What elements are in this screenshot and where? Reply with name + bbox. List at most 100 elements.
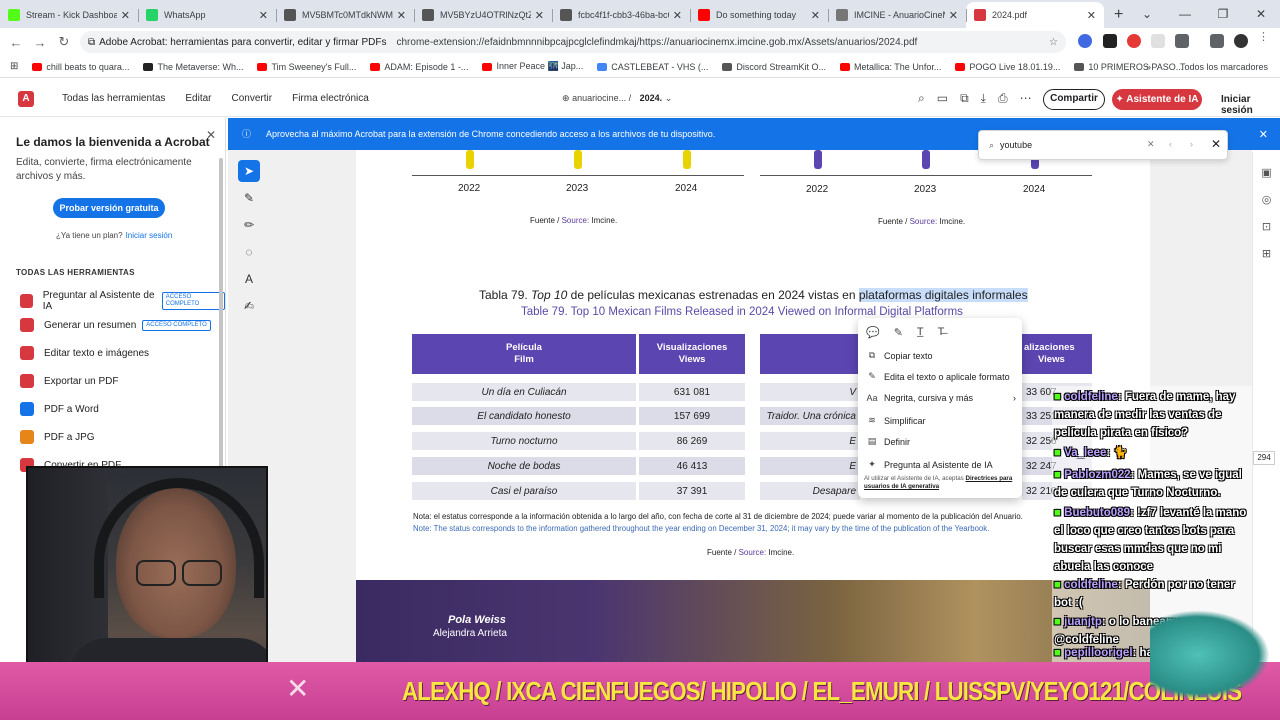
tab-close-icon[interactable]: ✕: [259, 9, 268, 22]
more-icon[interactable]: ⋯: [1020, 91, 1032, 106]
extension-blank-icon[interactable]: [1151, 34, 1165, 48]
pencil-icon[interactable]: ✏: [238, 214, 260, 236]
ai-assistant-button[interactable]: ✦ Asistente de IA: [1112, 89, 1202, 110]
bookmark-item[interactable]: Discord StreamKit O...: [722, 61, 826, 72]
browser-tab[interactable]: Stream - Kick Dashboard ✕: [0, 2, 138, 28]
extension-puzzle-icon[interactable]: [1103, 34, 1117, 48]
reload-icon[interactable]: ↻: [52, 34, 76, 50]
bookmark-item[interactable]: chill beats to quara...: [32, 61, 129, 72]
tab-close-icon[interactable]: ✕: [121, 9, 130, 22]
extension-globe-icon[interactable]: [1078, 34, 1092, 48]
tab-close-icon[interactable]: ✕: [535, 9, 544, 22]
browser-tab[interactable]: fcbc4f1f-cbb3-46ba-bc6... ✕: [552, 2, 690, 28]
tab-search-icon[interactable]: ⌄: [1128, 0, 1166, 28]
find-prev-icon[interactable]: ‹: [1169, 139, 1172, 149]
new-tab-button[interactable]: +: [1114, 6, 1123, 24]
acrobat-logo-icon[interactable]: A: [18, 90, 34, 107]
chrome-menu-icon[interactable]: ⋮: [1258, 30, 1272, 44]
minimize-button[interactable]: —: [1166, 0, 1204, 28]
tool-item[interactable]: Preguntar al Asistente de IA ACCESO COMPL…: [20, 290, 225, 312]
close-window-button[interactable]: ✕: [1242, 0, 1280, 28]
menu-edit-text[interactable]: ✎ Edita el texto o aplicale formato: [866, 371, 1009, 382]
bookmark-item[interactable]: Tim Sweeney's Full...: [257, 61, 356, 72]
highlighted-text[interactable]: plataformas digitales informales: [858, 288, 1028, 302]
profile-avatar[interactable]: [1234, 34, 1248, 48]
find-input[interactable]: youtube: [1000, 140, 1032, 150]
strikethrough-icon[interactable]: T̶: [938, 326, 945, 339]
target-icon[interactable]: ◎: [1253, 193, 1280, 206]
browser-tab[interactable]: Do something today ✕: [690, 2, 828, 28]
browser-tab[interactable]: WhatsApp ✕: [138, 2, 276, 28]
menu-define[interactable]: ▤ Definir: [866, 436, 910, 447]
page-number[interactable]: 294: [1253, 451, 1275, 465]
text-select-icon[interactable]: A: [238, 268, 260, 290]
bookmark-item[interactable]: POGO Live 18.01.19...: [955, 61, 1060, 72]
browser-tab[interactable]: MV5BYzU4OTRlNzQtZjI0... ✕: [414, 2, 552, 28]
bookmark-item[interactable]: Inner Peace 🌃 Jap...: [482, 61, 583, 72]
try-free-button[interactable]: Probar versión gratuita: [53, 198, 165, 218]
signature-icon[interactable]: ✍: [238, 295, 260, 317]
menu-simplify[interactable]: ≋ Simplificar: [866, 415, 925, 426]
menu-bold-italic[interactable]: Aa Negrita, cursiva y más ›: [866, 393, 1016, 403]
document-name[interactable]: ⊕ anuariocine... / 2024. ⌄: [562, 93, 672, 104]
print-icon[interactable]: ⎙: [998, 91, 1008, 106]
close-find-icon[interactable]: ✕: [1211, 137, 1221, 151]
tool-item[interactable]: PDF a Word: [20, 402, 99, 416]
tab-close-icon[interactable]: ✕: [1087, 9, 1096, 22]
url-text[interactable]: chrome-extension://efaidnbmnnnibpcajpcgl…: [396, 37, 917, 48]
tab-close-icon[interactable]: ✕: [811, 9, 820, 22]
tool-item[interactable]: Exportar un PDF: [20, 374, 118, 388]
comment-bubble-icon[interactable]: 💬: [866, 326, 880, 339]
extensions-menu-icon[interactable]: [1175, 34, 1189, 48]
menu-all-tools[interactable]: Todas las herramientas: [62, 93, 165, 104]
menu-edit[interactable]: Editar: [185, 93, 211, 104]
bookmark-item[interactable]: CASTLEBEAT - VHS (...: [597, 61, 708, 72]
browser-tab[interactable]: 2024.pdf ✕: [966, 2, 1104, 28]
more-bookmarks-icon[interactable]: »: [1146, 62, 1151, 72]
ai-chat-icon[interactable]: ▣: [1253, 166, 1280, 179]
menu-ask-ai[interactable]: ✦ Pregunta al Asistente de IA: [866, 459, 992, 470]
signin-link[interactable]: Iniciar sesión: [1221, 94, 1280, 116]
apps-grid-icon[interactable]: ⊞: [10, 61, 18, 72]
omnibox[interactable]: ⧉ Adobe Acrobat: herramientas para conve…: [80, 31, 1066, 53]
banner-close-icon[interactable]: ✕: [1259, 128, 1268, 141]
lasso-icon[interactable]: ◌: [238, 241, 260, 263]
tab-close-icon[interactable]: ✕: [673, 9, 682, 22]
tool-item[interactable]: PDF a JPG: [20, 430, 95, 444]
forward-icon[interactable]: →: [28, 35, 52, 50]
clear-search-icon[interactable]: ✕: [1147, 139, 1155, 150]
tab-close-icon[interactable]: ✕: [949, 9, 958, 22]
copy-icon[interactable]: ⧉: [960, 91, 969, 106]
underline-icon[interactable]: T̲: [917, 326, 924, 339]
grid-icon[interactable]: ⊞: [1253, 247, 1280, 260]
share-button[interactable]: Compartir: [1043, 89, 1105, 110]
menu-copy-text[interactable]: ⧉ Copiar texto: [866, 350, 933, 361]
menu-convert[interactable]: Convertir: [232, 93, 273, 104]
select-cursor-icon[interactable]: ➤: [238, 160, 260, 182]
page-view-icon[interactable]: ▭: [937, 91, 948, 106]
bookmark-item[interactable]: ADAM: Episode 1 -...: [370, 61, 468, 72]
signin-panel-link[interactable]: Iniciar sesión: [126, 231, 173, 240]
browser-tab[interactable]: IMCINE - AnuarioCineMx ✕: [828, 2, 966, 28]
menu-esign[interactable]: Firma electrónica: [292, 93, 369, 104]
tool-item[interactable]: Editar texto e imágenes: [20, 346, 149, 360]
search-icon[interactable]: ⌕: [918, 91, 925, 106]
maximize-button[interactable]: ❐: [1204, 0, 1242, 28]
tool-item[interactable]: Generar un resumen ACCESO COMPLETO: [20, 318, 211, 332]
download-icon[interactable]: ⤓: [981, 91, 986, 106]
bookmark-star-icon[interactable]: ☆: [1049, 37, 1058, 48]
comment-icon[interactable]: ✎: [238, 187, 260, 209]
tab-close-icon[interactable]: ✕: [397, 9, 406, 22]
all-bookmarks[interactable]: Todos los marcadores: [1180, 62, 1268, 72]
media-control-icon[interactable]: [1210, 34, 1224, 48]
back-icon[interactable]: ←: [4, 35, 28, 50]
bookmark-item[interactable]: Metallica: The Unfor...: [839, 61, 941, 72]
find-next-icon[interactable]: ›: [1190, 139, 1193, 149]
highlight-pen-icon[interactable]: ✎: [894, 326, 903, 339]
bookmark-item[interactable]: The Metaverse: Wh...: [143, 61, 243, 72]
bookmark-panel-icon[interactable]: ⊡: [1253, 220, 1280, 233]
bookmark-item[interactable]: 10 PRIMEROS PASO...: [1074, 61, 1183, 72]
extension-stop-icon[interactable]: [1127, 34, 1141, 48]
close-icon[interactable]: ✕: [206, 128, 216, 142]
browser-tab[interactable]: MV5BMTc0MTdkNWMtM ✕: [276, 2, 414, 28]
